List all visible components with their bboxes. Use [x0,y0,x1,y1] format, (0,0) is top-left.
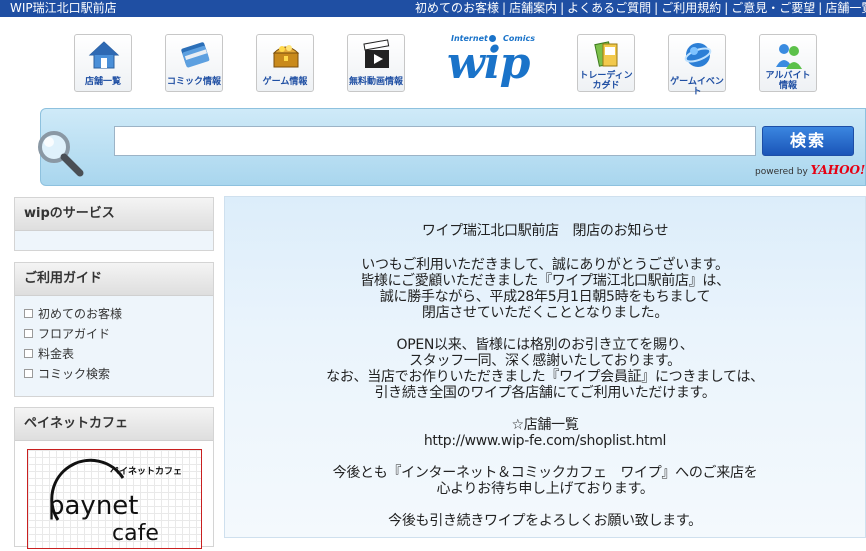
nav-label: ゲーム情報 [262,77,308,87]
search-button[interactable]: 検索 [762,126,854,156]
link-feedback[interactable]: ご意見・ご要望 [731,1,815,15]
closing-notice: ワイプ瑞江北口駅前店 閉店のお知らせ いつもご利用いただきまして、誠にありがとう… [225,223,865,529]
top-links: 初めてのお客様|店舗案内|よくあるご質問|ご利用規約|ご意見・ご要望|店舗一覧|… [415,0,866,17]
notice-line: 今後とも『インターネット＆コミックカフェ ワイプ』へのご来店を [332,465,758,481]
guide-item-floor[interactable]: フロアガイド [24,324,213,344]
notice-line: 誠に勝手ながら、平成28年5月1日朝5時をもちまして [379,289,711,305]
nav-trading-card[interactable]: トレーディング カード [577,34,635,92]
nav-comic-info[interactable]: コミック情報 [165,34,223,92]
link-first-time[interactable]: 初めてのお客様 [415,1,499,15]
nav-game-info[interactable]: ゲーム情報 [256,34,314,92]
notice-line: スタッフ一同、深く感謝いたしております。 [409,353,681,369]
people-icon [776,44,802,69]
nav-free-video[interactable]: 無料動画情報 [347,34,405,92]
paynet-cafe-banner[interactable]: ペイネットカフェ paynet cafe [27,449,202,549]
book-icon [181,42,210,68]
nav-label: カード [592,81,620,91]
notice-line: 皆様にご愛顧いただきました『ワイプ瑞江北口駅前店』は、 [360,273,730,289]
guide-item-price[interactable]: 料金表 [24,344,213,364]
cafe-panel: ペイネットカフェ ペイネットカフェ paynet cafe [14,407,214,549]
guide-panel: ご利用ガイド 初めてのお客様 フロアガイド 料金表 コミック検索 [14,262,214,397]
notice-line: OPEN以来、皆様には格別のお引き立てを賜り、 [396,337,694,353]
guide-list: 初めてのお客様 フロアガイド 料金表 コミック検索 [15,296,213,390]
top-bar: WIP瑞江北口駅前店 初めてのお客様 | 店舗案内 | よくあるご質問 | ご利用規約 | ご意… [0,0,866,17]
guide-link[interactable]: フロアガイド [38,327,110,341]
notice-line: 閉店させていただくこととなりました。 [421,305,669,321]
nav-label: 店舗一覧 [84,77,121,87]
notice-line: なお、当店でお作りいただきました『ワイプ会員証』につきましては、 [326,369,764,385]
notice-closing: 今後も引き続きワイプをよろしくお願い致します。 [388,513,702,529]
nav-label: コミック情報 [166,77,221,87]
link-terms[interactable]: ご利用規約 [661,1,721,15]
nav-game-event[interactable]: ゲームイベント [668,34,726,97]
store-list-url[interactable]: http://www.wip-fe.com/shoplist.html [225,433,865,449]
plus-box-icon [24,329,33,338]
guide-link[interactable]: 初めてのお客様 [38,307,122,321]
nav-label: 情報 [778,81,797,91]
trading-card-icon [594,41,618,67]
powered-by: powered by YAHOO! [755,163,865,177]
house-icon [88,41,120,69]
store-list-heading: ☆店舗一覧 [511,417,579,433]
treasure-chest-icon [272,45,300,68]
plus-box-icon [24,309,33,318]
game-event-icon [684,43,712,67]
cafe-small-text: ペイネットカフェ [110,466,182,477]
nav-part-time-job[interactable]: アルバイト 情報 [759,34,817,92]
store-name: WIP瑞江北口駅前店 [10,1,117,15]
notice-title: ワイプ瑞江北口駅前店 閉店のお知らせ [421,223,669,239]
services-title: wipのサービス [15,198,213,231]
nav-label: アルバイト [765,71,811,81]
guide-title: ご利用ガイド [15,263,213,296]
guide-link[interactable]: コミック検索 [38,367,110,381]
powered-by-text: powered by [755,167,808,177]
cafe-line2: cafe [112,521,159,546]
logo-text: wip [447,38,530,89]
guide-item-first-time[interactable]: 初めてのお客様 [24,304,213,324]
services-panel: wipのサービス [14,197,214,251]
link-store-info[interactable]: 店舗案内 [509,1,557,15]
yahoo-logo[interactable]: YAHOO! [811,163,866,177]
wip-logo[interactable]: Internet Comics wip [443,32,535,94]
cafe-title: ペイネットカフェ [15,408,213,441]
notice-line: 心よりお待ち申し上げております。 [436,481,654,497]
main-content: ワイプ瑞江北口駅前店 閉店のお知らせ いつもご利用いただきまして、誠にありがとう… [224,196,866,538]
notice-line: いつもご利用いただきまして、誠にありがとうございます。 [361,257,729,273]
notice-line: 引き続き全国のワイプ各店舗にてご利用いただけます。 [374,385,716,401]
nav-label: 無料動画情報 [348,77,403,87]
search-input[interactable] [114,126,756,156]
magnifier-icon [38,131,84,177]
plus-box-icon [24,369,33,378]
nav-label: ゲームイベント [670,77,724,97]
clapperboard-icon [363,39,390,68]
paynet-cafe-logo-icon: ペイネットカフェ paynet cafe [48,458,182,546]
guide-link[interactable]: 料金表 [38,347,74,361]
link-store-list[interactable]: 店舗一覧 [825,1,866,15]
cafe-line1: paynet [48,491,139,521]
plus-box-icon [24,349,33,358]
guide-item-comic-search[interactable]: コミック検索 [24,364,213,384]
link-faq[interactable]: よくあるご質問 [567,1,651,15]
nav-store-list[interactable]: 店舗一覧 [74,34,132,92]
